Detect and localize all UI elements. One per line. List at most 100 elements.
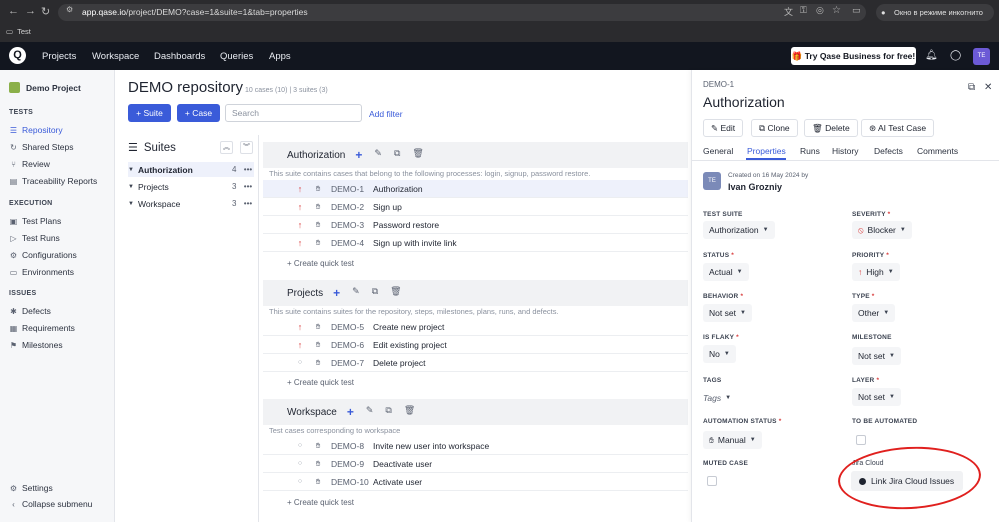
collapse-submenu[interactable]: ‹ Collapse submenu <box>9 499 92 509</box>
sidebar-item-shared-steps[interactable]: ↻ Shared Steps <box>9 142 73 152</box>
copy-icon[interactable]: ⧉ <box>394 148 400 162</box>
requirements-icon: ▦ <box>9 323 18 333</box>
add-case-icon[interactable]: + <box>355 148 362 162</box>
add-case-button[interactable]: + Case <box>177 104 220 122</box>
pencil-icon[interactable]: ✎ <box>366 405 374 419</box>
sidebar-item-configurations[interactable]: ⚙ Configurations <box>9 250 77 260</box>
behavior-select[interactable]: Not set ▼ <box>703 304 752 322</box>
sidebar-item-test-plans[interactable]: ▣ Test Plans <box>9 216 62 226</box>
trash-icon[interactable]: 🗑︎ <box>404 405 415 419</box>
sidebar-item-review[interactable]: ⑂ Review <box>9 159 50 169</box>
create-quick-test-link[interactable]: + Create quick test <box>287 378 354 387</box>
copy-icon[interactable]: ⧉ <box>372 286 378 300</box>
ai-test-case-button[interactable]: ⊛ AI Test Case <box>861 119 935 137</box>
nav-workspace[interactable]: Workspace <box>92 51 139 62</box>
tags-select[interactable]: Tags ▼ <box>697 389 737 407</box>
nav-queries[interactable]: Queries <box>220 51 253 62</box>
case-row[interactable]: ↑ ✋︎ DEMO-5 Create new project <box>263 318 688 336</box>
translate-icon[interactable]: 文 <box>784 5 793 18</box>
trash-icon[interactable]: 🗑︎ <box>412 148 423 162</box>
priority-select[interactable]: ↑ High ▼ <box>852 263 900 281</box>
case-row[interactable]: ○ ✋︎ DEMO-9 Deactivate user <box>263 455 688 473</box>
clone-button[interactable]: ⧉ Clone <box>751 119 798 137</box>
tab-history[interactable]: History <box>832 146 858 156</box>
bell-icon[interactable]: 🔔︎ <box>925 50 938 61</box>
tab-defects[interactable]: Defects <box>874 146 903 156</box>
automation-status-select[interactable]: ✋︎ Manual ▼ <box>703 431 762 449</box>
try-business-button[interactable]: 🎁 Try Qase Business for free! <box>791 47 916 65</box>
bookmark-test[interactable]: ▭ Test <box>6 27 31 36</box>
tree-item-workspace[interactable]: ▼ Workspace 3 ••• <box>128 196 254 211</box>
sidebar-item-traceability[interactable]: ▤ Traceability Reports <box>9 176 98 186</box>
add-case-icon[interactable]: + <box>333 286 340 300</box>
status-select[interactable]: Actual ▼ <box>703 263 749 281</box>
close-icon[interactable]: ✕ <box>984 82 992 93</box>
create-quick-test-link[interactable]: + Create quick test <box>287 259 354 268</box>
forward-icon[interactable]: → <box>25 5 36 17</box>
nav-apps[interactable]: Apps <box>269 51 291 62</box>
add-case-icon[interactable]: + <box>347 405 354 419</box>
user-avatar[interactable]: TE <box>973 48 990 65</box>
sidebar-item-repository[interactable]: ☰ Repository <box>9 125 63 135</box>
milestone-select[interactable]: Not set ▼ <box>852 347 901 365</box>
nav-projects[interactable]: Projects <box>42 51 76 62</box>
case-row[interactable]: ↑ ✋︎ DEMO-4 Sign up with invite link <box>263 234 688 252</box>
case-id: DEMO-5 <box>331 321 365 332</box>
qase-logo[interactable]: Q <box>9 47 26 64</box>
add-filter-link[interactable]: Add filter <box>369 109 403 119</box>
sidebar-item-requirements[interactable]: ▦ Requirements <box>9 323 75 333</box>
project-selector[interactable]: Demo Project <box>9 82 81 93</box>
address-bar[interactable]: app.qase.io/project/DEMO?case=1&suite=1&… <box>58 4 866 21</box>
tree-item-projects[interactable]: ▼ Projects 3 ••• <box>128 179 254 194</box>
to-be-automated-checkbox[interactable] <box>856 435 866 445</box>
site-info-icon[interactable]: ⚙ <box>66 5 73 14</box>
sidebar-item-defects[interactable]: ✱ Defects <box>9 306 51 316</box>
key-icon[interactable]: ⚿ <box>800 5 807 16</box>
tree-item-authorization[interactable]: ▼ Authorization 4 ••• <box>128 162 254 177</box>
is-flaky-select[interactable]: No ▼ <box>703 345 736 363</box>
sidebar-item-test-runs[interactable]: ▷ Test Runs <box>9 233 59 243</box>
reload-icon[interactable]: ↻ <box>41 5 50 18</box>
case-row[interactable]: ↑ ✋︎ DEMO-2 Sign up <box>263 198 688 216</box>
sidebar-item-settings[interactable]: ⚙ Settings <box>9 483 53 493</box>
sidebar-item-milestones[interactable]: ⚑ Milestones <box>9 340 63 350</box>
back-icon[interactable]: ← <box>8 5 19 17</box>
test-suite-select[interactable]: Authorization ▼ <box>703 221 775 239</box>
case-row[interactable]: ○ ✋︎ DEMO-7 Delete project <box>263 354 688 372</box>
collapse-all-button[interactable]: ︽ <box>220 141 233 154</box>
incognito-badge[interactable]: ● Окно в режиме инкогнито <box>876 4 994 21</box>
expand-all-button[interactable]: ︾ <box>240 141 253 154</box>
nav-dashboards[interactable]: Dashboards <box>154 51 205 62</box>
tab-comments[interactable]: Comments <box>917 146 958 156</box>
case-row[interactable]: ○ ✋︎ DEMO-10 Activate user <box>263 473 688 491</box>
case-row[interactable]: ↑ ✋︎ DEMO-6 Edit existing project <box>263 336 688 354</box>
more-icon[interactable]: ••• <box>242 165 254 174</box>
eye-off-icon[interactable]: ◎ <box>816 5 824 16</box>
copy-icon[interactable]: ⧉ <box>385 405 391 419</box>
case-row[interactable]: ○ ✋︎ DEMO-8 Invite new user into workspace <box>263 437 688 455</box>
sidepanel-icon[interactable]: ▭ <box>852 5 861 16</box>
more-icon[interactable]: ••• <box>242 199 254 208</box>
severity-select[interactable]: ⦸ Blocker ▼ <box>852 221 912 239</box>
star-icon[interactable]: ☆ <box>832 5 841 16</box>
delete-button[interactable]: 🗑︎ Delete <box>804 119 858 137</box>
pencil-icon[interactable]: ✎ <box>352 286 360 300</box>
trash-icon[interactable]: 🗑︎ <box>390 286 401 300</box>
layer-select[interactable]: Not set ▼ <box>852 388 901 406</box>
create-quick-test-link[interactable]: + Create quick test <box>287 498 354 507</box>
tab-properties[interactable]: Properties <box>747 146 786 156</box>
tab-general[interactable]: General <box>703 146 733 156</box>
open-new-window-icon[interactable]: ⧉ <box>968 82 975 93</box>
chat-icon[interactable]: ◯ <box>950 50 961 61</box>
case-row[interactable]: ↑ ✋︎ DEMO-3 Password restore <box>263 216 688 234</box>
pencil-icon[interactable]: ✎ <box>374 148 382 162</box>
search-input[interactable] <box>225 104 362 122</box>
muted-case-checkbox[interactable] <box>707 476 717 486</box>
edit-button[interactable]: ✎ Edit <box>703 119 744 137</box>
add-suite-button[interactable]: + Suite <box>128 104 171 122</box>
more-icon[interactable]: ••• <box>242 182 254 191</box>
case-row[interactable]: ↑ ✋︎ DEMO-1 Authorization <box>263 180 688 198</box>
sidebar-item-environments[interactable]: ▭ Environments <box>9 267 74 277</box>
tab-runs[interactable]: Runs <box>800 146 820 156</box>
type-select[interactable]: Other ▼ <box>852 304 896 322</box>
